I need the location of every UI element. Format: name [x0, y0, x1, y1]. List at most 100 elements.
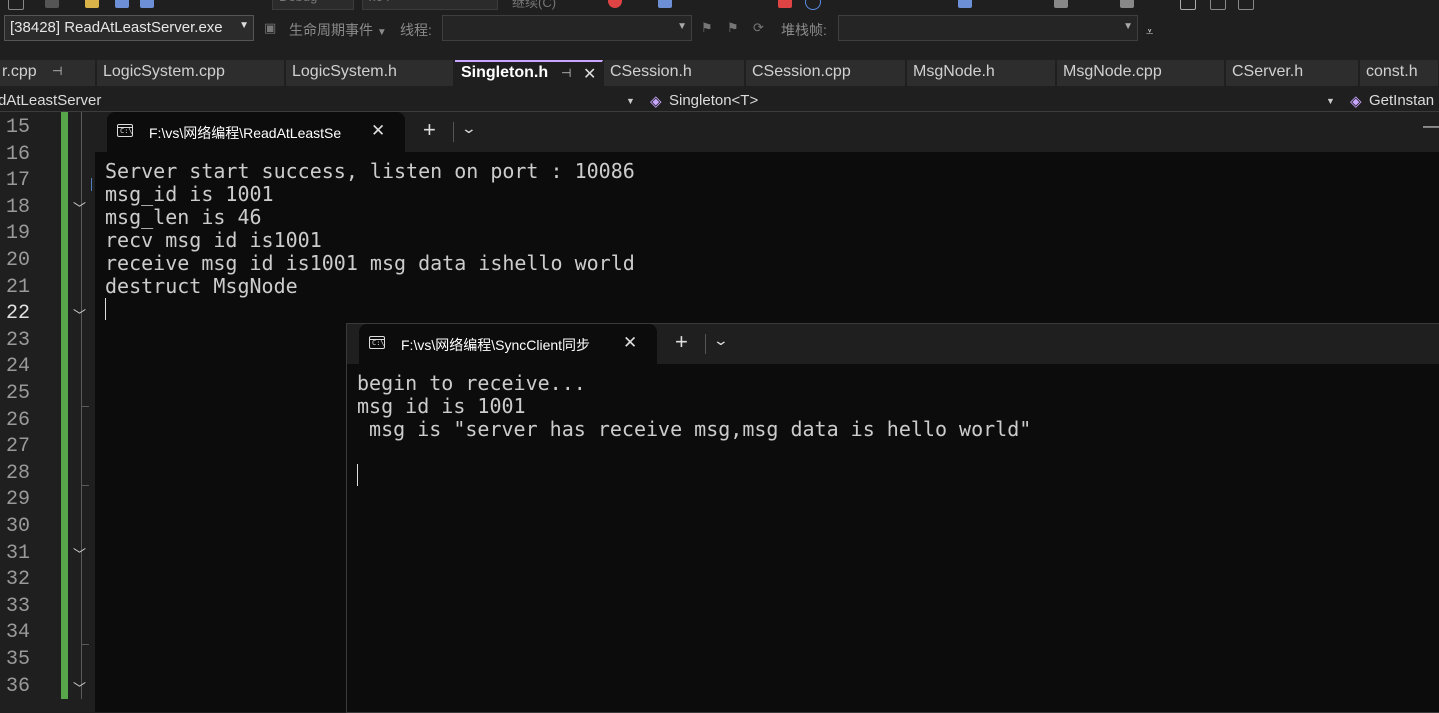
change-tracking-bar — [61, 112, 68, 699]
minimize-icon[interactable]: — — [1423, 118, 1439, 136]
save-icon[interactable] — [115, 0, 129, 8]
platform-combo[interactable]: x64 — [362, 0, 498, 10]
terminal-tab-client[interactable]: C:\ F:\vs\网络编程\SyncClient同步 ✕ — [359, 324, 657, 364]
line-number: 15 — [6, 116, 31, 139]
expand-callstack-icon[interactable]: ⟳ — [753, 20, 769, 35]
line-number: 19 — [6, 222, 31, 246]
lifecycle-events-icon[interactable]: ▣ — [264, 20, 280, 35]
continue-label: 继续(C) — [512, 0, 557, 10]
tab-r-cpp[interactable]: r.cpp ⊣ — [0, 60, 96, 86]
stop-icon[interactable] — [608, 0, 622, 8]
chevron-down-icon[interactable]: ﹀ — [73, 544, 86, 563]
tab-csession-cpp[interactable]: CSession.cpp — [746, 60, 906, 86]
chevron-down-icon: ▼ — [239, 20, 249, 31]
tab-label: r.cpp — [2, 63, 37, 80]
pin-icon[interactable]: ⊣ — [52, 64, 62, 78]
stop-debugging-icon[interactable] — [778, 0, 792, 8]
debug-location-toolbar: [38428] ReadAtLeastServer.exe ▼ ▣ 生命周期事件… — [0, 12, 1439, 58]
terminal-line: destruct MsgNode — [105, 274, 298, 298]
outlining-end-tick — [81, 485, 89, 486]
line-number: 21 — [6, 275, 31, 299]
line-number: 17 — [6, 169, 31, 193]
thread-combo[interactable]: ▼ — [442, 15, 692, 41]
line-number: 34 — [6, 621, 31, 645]
chevron-down-icon[interactable]: ﹀ — [73, 678, 86, 697]
chevron-down-icon[interactable]: ﹀ — [73, 198, 86, 217]
terminal-output[interactable]: begin to receive... msg id is 1001 msg is… — [357, 372, 1031, 487]
hot-reload-icon[interactable] — [658, 0, 672, 8]
line-number: 18 — [6, 195, 31, 219]
flag-all-threads-icon[interactable]: ⚑ — [727, 20, 743, 35]
save-all-icon[interactable] — [140, 0, 154, 8]
scope-dropdown[interactable]: Singleton<T> — [669, 92, 758, 109]
tab-logicsystem-cpp[interactable]: LogicSystem.cpp — [97, 60, 285, 86]
line-number: 36 — [6, 674, 31, 698]
chevron-down-icon: ▼ — [677, 21, 687, 32]
line-number: 31 — [6, 541, 31, 565]
chevron-down-icon[interactable]: ▼ — [626, 96, 635, 106]
terminal-line: msg_len is 46 — [105, 205, 262, 229]
continue-button[interactable]: 继续(C) — [512, 0, 556, 11]
line-number: 35 — [6, 648, 31, 671]
terminal-icon: C:\ — [117, 124, 133, 137]
terminal-line: msg_id is 1001 — [105, 182, 274, 206]
open-folder-icon[interactable] — [85, 0, 99, 8]
next-bookmark-icon[interactable] — [1238, 0, 1254, 10]
plus-icon[interactable]: + — [675, 329, 688, 355]
client-terminal-window[interactable]: C:\ F:\vs\网络编程\SyncClient同步 ✕ + ⌄ begin … — [346, 323, 1439, 713]
thread-label: 线程: — [400, 22, 432, 38]
tab-msgnode-cpp[interactable]: MsgNode.cpp — [1057, 60, 1225, 86]
lifecycle-events-dropdown[interactable]: 生命周期事件 ▼ — [289, 20, 387, 40]
terminal-line: begin to receive... — [357, 371, 586, 395]
check-icon[interactable] — [1016, 0, 1030, 8]
member-dropdown[interactable]: GetInstan — [1369, 92, 1434, 109]
tab-singleton-h[interactable]: Singleton.h ⊣ ✕ — [455, 60, 603, 86]
plus-icon[interactable]: + — [423, 117, 436, 143]
text-cursor — [357, 464, 358, 486]
terminal-line: recv msg id is1001 — [105, 228, 322, 252]
document-tab-well: r.cpp ⊣ LogicSystem.cpp LogicSystem.h Si… — [0, 58, 1439, 86]
pin-icon[interactable]: ⊣ — [561, 66, 571, 80]
chevron-down-icon[interactable]: ⌄ — [461, 120, 477, 137]
show-next-statement-icon[interactable] — [958, 0, 972, 8]
bookmark-icon[interactable] — [1180, 0, 1196, 10]
comment-icon[interactable] — [1054, 0, 1068, 8]
terminal-line: msg is "server has receive msg,msg data … — [357, 417, 1032, 441]
tab-logicsystem-h[interactable]: LogicSystem.h — [286, 60, 454, 86]
terminal-tab-server[interactable]: C:\ F:\vs\网络编程\ReadAtLeastSe ✕ — [107, 112, 405, 152]
chevron-down-icon[interactable]: ⌄ — [713, 332, 729, 349]
tab-const-h[interactable]: const.h — [1360, 60, 1439, 86]
chevron-down-icon: ▼ — [1123, 21, 1133, 32]
tab-cserver-h[interactable]: CServer.h — [1226, 60, 1359, 86]
stack-frame-combo[interactable]: ▼ — [838, 15, 1138, 41]
close-icon[interactable]: ✕ — [583, 64, 596, 84]
terminal-line: Server start success, listen on port : 1… — [105, 159, 635, 183]
chevron-down-icon[interactable]: ▼ — [1326, 96, 1335, 106]
tab-separator — [705, 334, 706, 354]
tab-csession-h[interactable]: CSession.h — [604, 60, 745, 86]
configuration-combo[interactable]: Debug — [272, 0, 354, 10]
outdent-icon[interactable] — [1120, 0, 1134, 8]
editor-gutter: 15 16 17 18 19 20 21 22 23 24 25 26 27 28 29 30 31 32 33 34… — [0, 112, 95, 699]
chevron-down-icon[interactable]: ﹀ — [73, 305, 86, 324]
tab-msgnode-h[interactable]: MsgNode.h — [907, 60, 1056, 86]
flag-thread-icon[interactable]: ⚑ — [701, 20, 717, 35]
terminal-output[interactable]: Server start success, listen on port : 1… — [105, 160, 635, 321]
close-icon[interactable]: ✕ — [623, 333, 637, 353]
chevron-down-icon: ▼ — [376, 27, 387, 38]
back-icon[interactable] — [8, 0, 24, 10]
terminal-icon: C:\ — [369, 336, 385, 349]
line-number: 33 — [6, 594, 31, 618]
new-item-icon[interactable] — [45, 0, 59, 8]
prev-bookmark-icon[interactable] — [1210, 0, 1226, 10]
project-dropdown[interactable]: dAtLeastServer — [0, 92, 101, 109]
close-icon[interactable]: ✕ — [371, 121, 385, 141]
terminal-line: receive msg id is1001 msg data ishello w… — [105, 251, 635, 275]
line-number: 20 — [6, 249, 31, 272]
line-number: 28 — [6, 461, 31, 485]
lifecycle-events-label: 生命周期事件 — [289, 22, 373, 38]
restart-icon[interactable] — [805, 0, 821, 10]
process-selector[interactable]: [38428] ReadAtLeastServer.exe ▼ — [4, 15, 254, 41]
toolbar-options-icon[interactable]: ⩡ — [1146, 24, 1162, 39]
line-number: 24 — [6, 355, 31, 379]
